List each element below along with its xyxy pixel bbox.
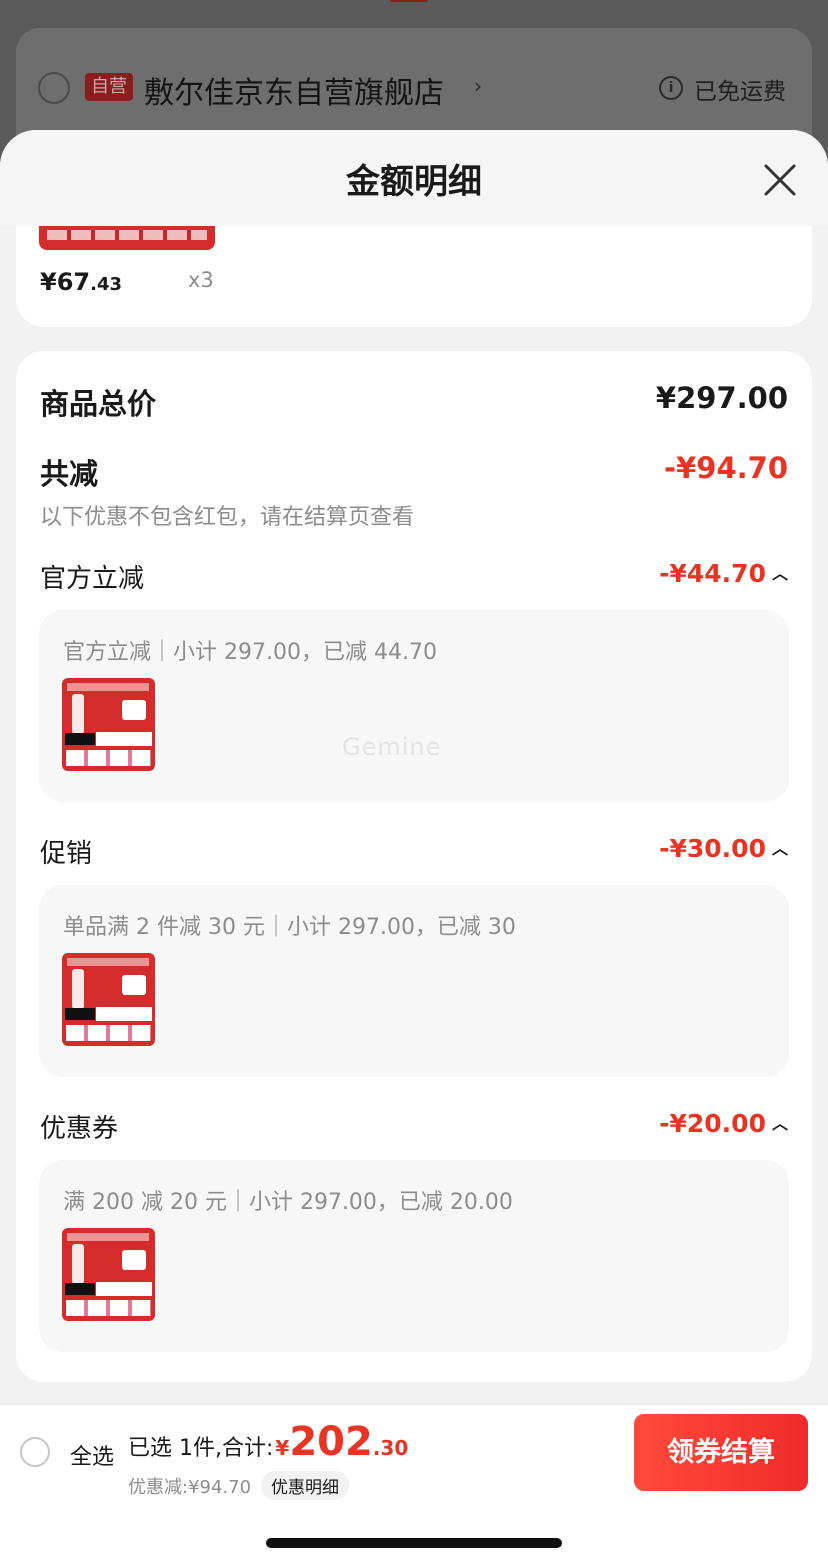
sheet-title: 金额明细 xyxy=(346,162,482,202)
total-price-value: ¥297.00 xyxy=(655,381,788,415)
product-image xyxy=(39,226,215,250)
section-promo-value: -¥30.00 xyxy=(659,834,766,863)
product-thumbnail[interactable] xyxy=(62,953,155,1046)
section-promo-detail: 单品满 2 件减 30 元｜小计 297.00，已减 30 xyxy=(39,885,789,1077)
product-thumbnail[interactable] xyxy=(62,1228,155,1321)
watermark: Gemine xyxy=(342,733,442,761)
background-tab-indicator xyxy=(389,0,429,2)
chevron-up-icon: ︿ xyxy=(771,563,788,583)
home-area xyxy=(0,1500,828,1564)
price-breakdown-card: 商品总价 ¥297.00 共减 -¥94.70 以下优惠不包含红包，请在结算页查… xyxy=(16,351,812,1382)
self-operated-badge: 自营 xyxy=(85,73,133,101)
checkout-button[interactable]: 领券结算 xyxy=(634,1414,808,1491)
section-official-value: -¥44.70 xyxy=(659,559,766,588)
reduce-note: 以下优惠不包含红包，请在结算页查看 xyxy=(40,505,415,530)
chevron-right-icon[interactable]: › xyxy=(474,74,482,98)
section-coupon-detail: 满 200 减 20 元｜小计 297.00，已减 20.00 xyxy=(39,1160,789,1352)
total-price-label: 商品总价 xyxy=(40,387,157,421)
section-promo-label: 促销 xyxy=(40,839,93,869)
chevron-up-icon: ︿ xyxy=(771,1113,788,1133)
checkout-bar: 全选 已选 1件,合计: ¥ 202 .30 优惠减:¥94.70 优惠明细 领… xyxy=(0,1404,828,1500)
section-coupon-toggle[interactable]: -¥20.00 ︿ xyxy=(659,1109,788,1138)
store-select-radio[interactable] xyxy=(38,72,70,104)
detail-text: 单品满 2 件减 30 元｜小计 297.00，已减 30 xyxy=(63,915,516,940)
amount-detail-sheet: ¥67.43 x3 金额明细 商品总价 ¥297.00 共减 -¥94.70 以… xyxy=(0,130,828,1564)
select-all-radio[interactable] xyxy=(20,1437,50,1467)
total-amount-dec: .30 xyxy=(372,1436,409,1460)
sheet-header: 金额明细 xyxy=(0,130,828,226)
select-all-label[interactable]: 全选 xyxy=(70,1439,114,1471)
total-reduce-label: 共减 xyxy=(40,457,99,491)
detail-text: 满 200 减 20 元｜小计 297.00，已减 20.00 xyxy=(63,1190,513,1215)
product-thumbnail[interactable] xyxy=(62,678,155,771)
total-reduce-value: -¥94.70 xyxy=(664,451,788,485)
discount-line: 优惠减:¥94.70 优惠明细 xyxy=(128,1471,350,1500)
info-icon[interactable]: i xyxy=(659,76,683,100)
section-coupon-label: 优惠券 xyxy=(40,1114,119,1144)
close-icon[interactable] xyxy=(758,158,802,202)
store-name[interactable]: 敷尔佳京东自营旗舰店 xyxy=(144,68,444,112)
item-price-dec: .43 xyxy=(90,274,122,295)
shipping-note: 已免运费 xyxy=(694,79,786,105)
section-official-detail: 官方立减｜小计 297.00，已减 44.70 xyxy=(39,610,789,802)
section-official-label: 官方立减 xyxy=(40,564,145,594)
detail-text: 官方立减｜小计 297.00，已减 44.70 xyxy=(63,640,437,665)
selected-count-text: 已选 1件,合计: xyxy=(128,1436,274,1461)
section-official-toggle[interactable]: -¥44.70 ︿ xyxy=(659,559,788,588)
section-promo-toggle[interactable]: -¥30.00 ︿ xyxy=(659,834,788,863)
item-price: ¥67.43 xyxy=(40,268,122,296)
total-line: 已选 1件,合计: ¥ 202 .30 xyxy=(128,1419,408,1465)
item-quantity: x3 xyxy=(188,268,214,292)
discount-detail-button[interactable]: 优惠明细 xyxy=(261,1471,350,1500)
discount-text: 优惠减:¥94.70 xyxy=(128,1476,252,1498)
section-coupon-value: -¥20.00 xyxy=(659,1109,766,1138)
item-price-int: ¥67 xyxy=(40,268,91,296)
home-indicator[interactable] xyxy=(266,1538,562,1548)
total-amount-int: 202 xyxy=(289,1419,373,1465)
chevron-up-icon: ︿ xyxy=(771,838,788,858)
total-currency: ¥ xyxy=(275,1436,290,1460)
